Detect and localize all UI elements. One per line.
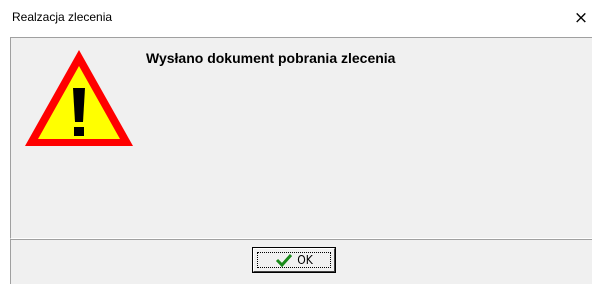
close-button[interactable]: × [570,6,592,30]
ok-button-focus: OK [257,252,331,268]
warning-icon [25,50,133,146]
dialog-message: Wysłano dokument pobrania zlecenia [146,50,396,66]
ok-label: OK [297,253,313,267]
window-title: Realzacja zlecenia [12,10,113,24]
content-panel: Wysłano dokument pobrania zlecenia [10,37,592,239]
ok-button[interactable]: OK [252,247,336,273]
check-icon [276,253,293,267]
message-dialog: Realzacja zlecenia × Wysłano dokument po… [0,0,592,284]
title-bar[interactable]: Realzacja zlecenia × [0,0,592,36]
button-bar: OK [10,239,592,284]
